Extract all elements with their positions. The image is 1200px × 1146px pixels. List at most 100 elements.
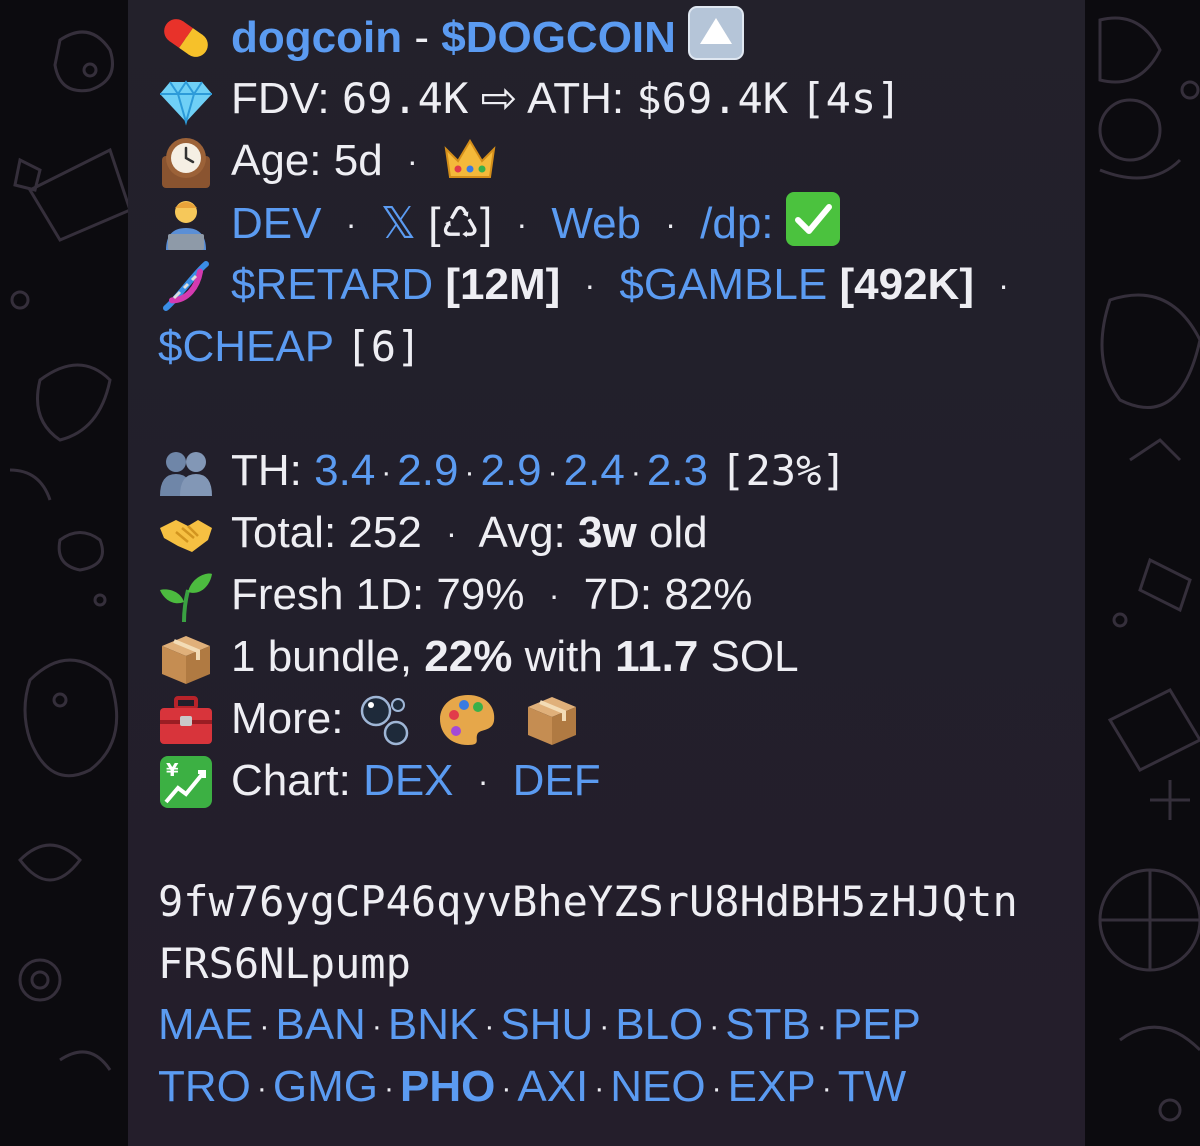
total-line: Total: 252 · Avg: 3w old: [231, 502, 708, 564]
pill-icon: [164, 19, 208, 57]
link-stb[interactable]: STB: [725, 1000, 811, 1049]
more-label: More:: [231, 694, 344, 743]
link-tw[interactable]: TW: [838, 1062, 906, 1111]
avg-value: 3w: [578, 508, 637, 557]
fresh-7d-label: 7D:: [583, 570, 653, 619]
separator-dot: ·: [709, 1010, 720, 1043]
svg-text:¥: ¥: [166, 760, 179, 781]
separator-dot: ·: [345, 206, 357, 242]
platform-links-row-1: MAE · BAN · BNK · SHU · BLO · STB · PEP: [158, 994, 921, 1056]
people-icon: [160, 452, 212, 496]
separator-dot: ·: [256, 1072, 267, 1105]
link-bnk[interactable]: BNK: [388, 1000, 478, 1049]
avg-label: Avg:: [478, 508, 566, 557]
chart-yen-icon: ¥: [160, 756, 212, 808]
dp-link[interactable]: /dp:: [700, 199, 773, 248]
token-ticker-link[interactable]: $DOGCOIN: [441, 13, 676, 62]
age-value: 5d: [333, 136, 383, 185]
bundle-prefix: 1 bundle,: [231, 632, 413, 681]
age-label: Age:: [231, 136, 322, 185]
holder-3-link[interactable]: 2.9: [480, 446, 541, 495]
top-holders-line: TH: 3.4 · 2.9 · 2.9 · 2.4 · 2.3 [23%]: [231, 440, 847, 502]
related-tokens-line-2: $CHEAP [6]: [158, 316, 421, 378]
related-token-3-link[interactable]: $CHEAP: [158, 322, 333, 371]
link-pep[interactable]: PEP: [833, 1000, 921, 1049]
separator-dot: ·: [406, 143, 418, 179]
fdv-value: 69.4K: [341, 74, 469, 123]
ath-value: $69.4K: [636, 74, 789, 123]
total-value: 252: [348, 508, 422, 557]
message-bubble: dogcoin - $DOGCOIN FDV: 69.4K ⇨ ATH: $69…: [128, 0, 1085, 1146]
bubbles-icon[interactable]: [356, 691, 412, 747]
link-tro[interactable]: TRO: [158, 1062, 251, 1111]
palette-icon[interactable]: [438, 691, 498, 747]
link-gmg[interactable]: GMG: [273, 1062, 378, 1111]
fresh-label: Fresh 1D:: [231, 570, 425, 619]
bundle-line: 1 bundle, 22% with 11.7 SOL: [231, 626, 799, 688]
ath-time: [4s]: [800, 74, 902, 123]
link-neo[interactable]: NEO: [610, 1062, 705, 1111]
separator-dot: ·: [516, 206, 528, 242]
clock-icon: [162, 138, 210, 188]
separator-dot: ·: [384, 1072, 394, 1105]
up-arrow-icon: [688, 6, 745, 60]
separator-dot: ·: [477, 763, 489, 799]
crown-icon: [444, 139, 496, 178]
separator-dot: ·: [446, 515, 457, 551]
bundle-amount: 11.7: [615, 632, 699, 681]
package-icon[interactable]: [524, 691, 580, 747]
separator-dot: ·: [630, 456, 641, 489]
token-dash: -: [414, 13, 429, 62]
separator-dot: ·: [259, 1010, 270, 1043]
x-link[interactable]: 𝕏: [381, 199, 416, 248]
holder-1-link[interactable]: 3.4: [314, 446, 375, 495]
link-axi[interactable]: AXI: [517, 1062, 588, 1111]
fresh-7d-value: 82%: [664, 570, 753, 619]
holder-4-link[interactable]: 2.4: [564, 446, 625, 495]
link-exp[interactable]: EXP: [728, 1062, 816, 1111]
token-name-link[interactable]: dogcoin: [231, 13, 402, 62]
related-tokens-line: $RETARD [12M] · $GAMBLE [492K] ·: [231, 254, 1021, 316]
link-ban[interactable]: BAN: [275, 1000, 365, 1049]
separator-dot: ·: [381, 456, 392, 489]
bundle-percent: 22%: [424, 632, 513, 681]
platform-links-row-2: TRO · GMG · PHO · AXI · NEO · EXP · TW: [158, 1056, 906, 1118]
check-icon: [785, 192, 840, 246]
contract-address-line-1[interactable]: 9fw76ygCP46qyvBheYZSrU8HdBH5zHJQtn: [158, 871, 1018, 933]
age-line: Age: 5d ·: [231, 130, 498, 192]
separator-dot: ·: [464, 456, 475, 489]
link-pho[interactable]: PHO: [400, 1062, 495, 1111]
link-blo[interactable]: BLO: [615, 1000, 703, 1049]
separator-dot: ·: [816, 1010, 827, 1043]
token-line: dogcoin - $DOGCOIN: [231, 6, 745, 68]
chart-line: Chart: DEX · DEF: [231, 750, 601, 812]
bundle-mid: with: [524, 632, 603, 681]
separator-dot: ·: [501, 1072, 512, 1105]
holder-5-link[interactable]: 2.3: [647, 446, 708, 495]
diamond-icon: [160, 80, 212, 126]
web-link[interactable]: Web: [551, 199, 641, 248]
dev-link[interactable]: DEV: [231, 199, 321, 248]
top-holders-percent: [23%]: [720, 446, 847, 495]
related-token-2-value: [492K]: [839, 260, 974, 309]
related-token-2-link[interactable]: $GAMBLE: [619, 260, 827, 309]
separator-dot: ·: [711, 1072, 722, 1105]
def-link[interactable]: DEF: [513, 756, 601, 805]
ath-label: ATH:: [527, 74, 625, 123]
top-holders-label: TH:: [231, 446, 302, 495]
handshake-icon: [160, 520, 212, 552]
holder-2-link[interactable]: 2.9: [397, 446, 458, 495]
avg-suffix: old: [648, 508, 708, 557]
link-shu[interactable]: SHU: [500, 1000, 593, 1049]
link-mae[interactable]: MAE: [158, 1000, 253, 1049]
separator-dot: ·: [547, 456, 558, 489]
separator-dot: ·: [584, 267, 596, 303]
more-line: More:: [231, 688, 580, 750]
related-token-1-link[interactable]: $RETARD: [231, 260, 433, 309]
contract-address-line-2[interactable]: FRS6NLpump: [158, 933, 411, 995]
dex-link[interactable]: DEX: [363, 756, 453, 805]
arrow-symbol: ⇨: [480, 74, 518, 123]
seedling-icon: [160, 573, 212, 623]
separator-dot: ·: [594, 1072, 605, 1105]
separator-dot: ·: [821, 1072, 832, 1105]
